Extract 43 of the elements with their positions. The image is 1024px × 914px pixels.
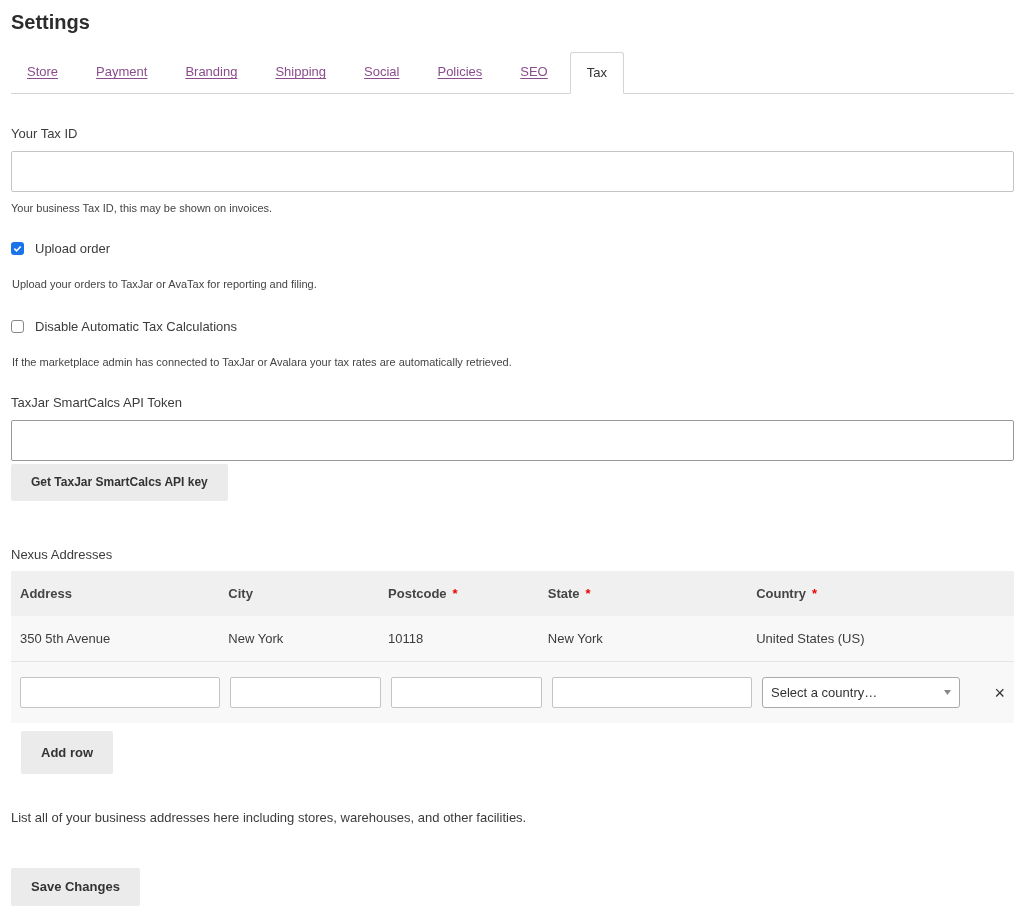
settings-tab[interactable]: Payment xyxy=(80,51,164,93)
caret-icon xyxy=(944,690,952,695)
settings-tab[interactable]: Branding xyxy=(169,51,254,93)
settings-tab[interactable]: Shipping xyxy=(259,51,343,93)
field-label: TaxJar SmartCalcs API Token xyxy=(11,394,183,412)
table-cell-text: 10118 xyxy=(388,629,425,648)
remove-row-button[interactable]: × xyxy=(994,683,1005,702)
column-header: State * xyxy=(547,584,592,603)
table-cell-text: 350 5th Avenue xyxy=(20,629,112,648)
get-api-key-button[interactable]: Get TaxJar SmartCalcs API key xyxy=(11,463,228,501)
add-row-button[interactable]: Add row xyxy=(21,731,113,774)
table-input-field[interactable] xyxy=(391,677,542,708)
checkbox-label: Disable Automatic Tax Calculations xyxy=(35,318,238,336)
settings-tab[interactable]: Policies xyxy=(421,51,499,93)
table-cell-text: United States (US) xyxy=(756,629,866,648)
help-text: List all of your business addresses here including stores, warehouses, and other facilities. xyxy=(11,809,528,827)
table-cell-text: New York xyxy=(228,629,285,648)
checkbox[interactable] xyxy=(11,242,24,256)
column-header: Address xyxy=(20,584,74,603)
field-label: Your Tax ID xyxy=(11,125,79,143)
page-title: Settings xyxy=(11,10,91,35)
save-changes-button[interactable]: Save Changes xyxy=(11,867,140,906)
table-input-field[interactable] xyxy=(552,677,752,708)
section-label: Nexus Addresses xyxy=(11,545,114,564)
checkbox[interactable] xyxy=(11,320,24,334)
api-token-field[interactable] xyxy=(11,419,1014,461)
table-input-field[interactable] xyxy=(20,677,220,708)
column-header: Postcode * xyxy=(388,584,459,603)
tax-id-field[interactable] xyxy=(11,150,1014,192)
column-header: City xyxy=(228,584,254,603)
country-select[interactable]: Select a country… xyxy=(762,677,961,708)
help-text: If the marketplace admin has connected to TaxJar or Avalara your tax rates are automatically retrieved. xyxy=(12,354,513,370)
checkbox-label: Upload order xyxy=(35,240,111,258)
table-input-field[interactable] xyxy=(230,677,381,708)
settings-tab[interactable]: Social xyxy=(348,51,416,93)
settings-tab[interactable]: Tax xyxy=(569,52,624,94)
settings-tab[interactable]: Store xyxy=(11,51,75,93)
column-header: Country * xyxy=(756,584,819,603)
help-text: Your business Tax ID, this may be shown on invoices. xyxy=(11,200,274,216)
help-text: Upload your orders to TaxJar or AvaTax for reporting and filing. xyxy=(12,276,318,292)
table-cell-text: New York xyxy=(547,629,604,648)
check-icon xyxy=(13,244,22,254)
settings-tab[interactable]: SEO xyxy=(504,51,564,93)
